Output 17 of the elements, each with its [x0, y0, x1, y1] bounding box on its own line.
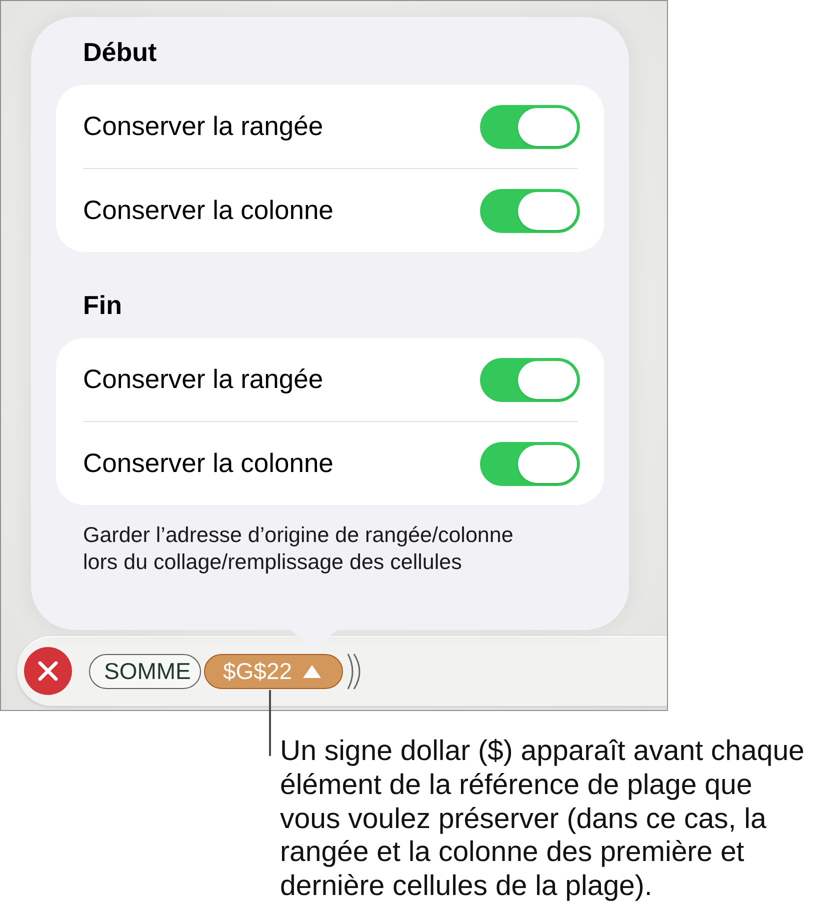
- toggle-label: Conserver la colonne: [83, 195, 334, 226]
- toggle-label: Conserver la rangée: [83, 364, 324, 395]
- toggle-switch[interactable]: [480, 358, 580, 402]
- footnote-text: Garder l’adresse d’origine de rangée/colonne lors du collage/remplissage des cellules: [83, 522, 514, 576]
- callout-text: Un signe dollar ($) apparaît avant chaque élément de la référence de plage que vous voulez préserver (dans ce cas, la rangée et la colonne des première et dernière cellules de la plage).: [280, 735, 804, 904]
- toggle-label: Conserver la rangée: [83, 111, 324, 142]
- section-title: Début: [83, 37, 157, 67]
- toggle-switch[interactable]: [480, 188, 580, 232]
- leader-line: [269, 690, 271, 756]
- function-token[interactable]: SOMME: [89, 654, 201, 688]
- cancel-button[interactable]: [24, 647, 72, 695]
- toggle-switch[interactable]: [480, 104, 580, 148]
- close-icon: [38, 661, 58, 681]
- triangle-up-icon: [303, 664, 322, 678]
- toggle-switch[interactable]: [480, 442, 580, 486]
- section-title: Fin: [83, 290, 122, 320]
- toggle-label: Conserver la colonne: [83, 448, 334, 479]
